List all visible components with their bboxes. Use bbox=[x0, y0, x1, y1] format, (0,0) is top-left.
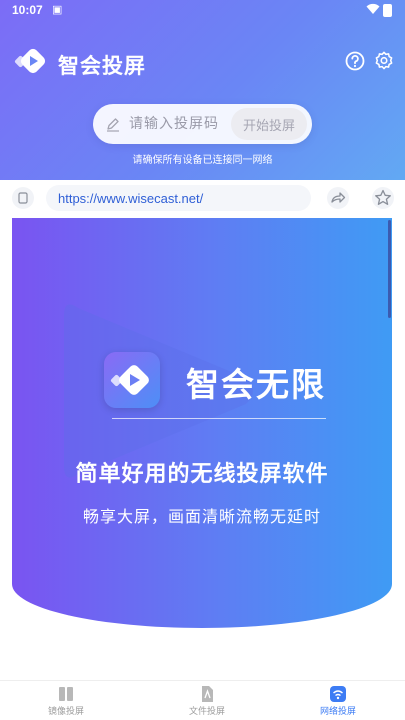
nav-label-file: 文件投屏 bbox=[188, 707, 225, 717]
web-content[interactable]: 智会无限 简单好用的无线投屏软件 畅享大屏，画面清晰流畅无延时 bbox=[12, 218, 392, 680]
bottom-nav: 镜像投屏 文件投屏 网络投屏 bbox=[0, 680, 405, 720]
cast-code-input[interactable] bbox=[129, 112, 229, 136]
app-bar: 智会投屏 bbox=[0, 42, 405, 82]
banner-subtagline: 畅享大屏，画面清晰流畅无延时 bbox=[82, 507, 321, 526]
network-icon bbox=[330, 686, 346, 702]
sim-card-icon: ▣ bbox=[52, 4, 63, 16]
mirror-icon bbox=[59, 687, 73, 701]
nav-label-mirror: 镜像投屏 bbox=[47, 707, 84, 717]
pen-icon bbox=[107, 118, 119, 132]
logo-play-icon bbox=[14, 48, 46, 74]
status-bar: 10:07 ▣ bbox=[0, 0, 405, 22]
cast-code-bar: 开始投屏 bbox=[93, 104, 312, 144]
help-icon[interactable] bbox=[345, 51, 365, 71]
nav-network-cast[interactable]: 网络投屏 bbox=[298, 685, 378, 719]
browser-url-row: https://www.wisecast.net/ bbox=[0, 180, 405, 216]
tabs-icon[interactable] bbox=[12, 187, 34, 209]
nav-label-network: 网络投屏 bbox=[319, 707, 356, 717]
share-icon[interactable] bbox=[327, 187, 349, 209]
brand-logo-icon bbox=[104, 352, 160, 408]
nav-file-cast[interactable]: 文件投屏 bbox=[167, 685, 247, 719]
nav-mirror-cast[interactable]: 镜像投屏 bbox=[26, 685, 106, 719]
wifi-icon bbox=[366, 3, 380, 15]
start-cast-button[interactable]: 开始投屏 bbox=[231, 108, 307, 140]
banner-tagline: 简单好用的无线投屏软件 bbox=[75, 462, 329, 487]
address-bar[interactable]: https://www.wisecast.net/ bbox=[46, 185, 311, 211]
scrollbar[interactable] bbox=[388, 220, 391, 318]
app-title: 智会投屏 bbox=[58, 54, 146, 78]
file-icon bbox=[202, 686, 213, 702]
gear-icon[interactable] bbox=[373, 50, 395, 72]
battery-icon bbox=[383, 4, 392, 17]
banner-divider bbox=[112, 418, 326, 419]
brand-name: 智会无限 bbox=[186, 365, 326, 404]
promo-banner: 智会无限 简单好用的无线投屏软件 畅享大屏，画面清晰流畅无延时 bbox=[12, 218, 392, 628]
star-icon[interactable] bbox=[372, 187, 394, 209]
status-time: 10:07 bbox=[12, 3, 43, 17]
network-hint: 请确保所有设备已连接同一网络 bbox=[132, 155, 273, 166]
url-text: https://www.wisecast.net/ bbox=[58, 191, 204, 206]
